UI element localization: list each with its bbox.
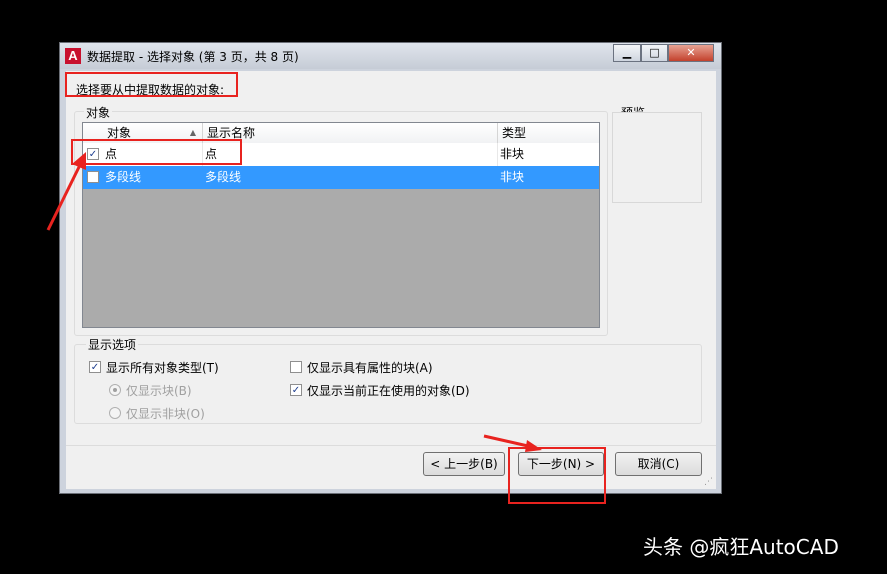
annotation-arrow-to-checkbox bbox=[46, 164, 82, 231]
annotation-arrows bbox=[46, 152, 542, 452]
annotation-arrow-to-next bbox=[483, 434, 529, 448]
watermark-text: 头条 @疯狂AutoCAD bbox=[643, 535, 839, 559]
annotation-arrowhead-next bbox=[525, 440, 542, 452]
